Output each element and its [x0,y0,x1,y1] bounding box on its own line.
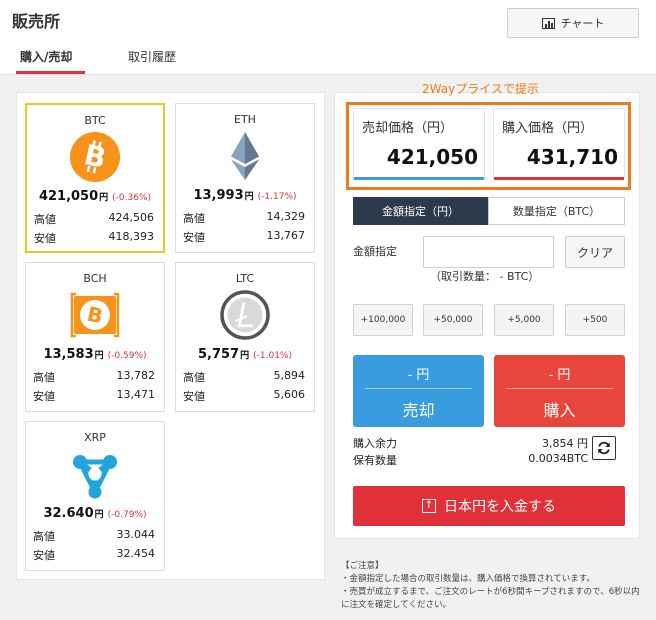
holding-value: 0.0034BTC [528,452,588,465]
coin-price: 13,583 [43,347,94,362]
add-100000-button[interactable]: +100,000 [353,304,413,336]
bar-chart-icon [541,17,555,29]
coin-change: (-1.01%) [253,351,292,361]
deposit-label: 日本円を入金する [444,499,556,515]
buy-button[interactable]: - 円 購入 [494,355,625,427]
low-label: 安値 [33,549,55,562]
buying-power-value: 3,854 円 [542,437,588,450]
coin-change: (-0.36%) [112,193,152,203]
add-5000-button[interactable]: +5,000 [494,304,554,336]
low-value: 13,767 [266,229,306,242]
chart-button-label: チャート [560,17,605,30]
coin-card-bch[interactable]: BCH B 13,583 円 (-0.59%) 高値 13,782 安値 13,47… [25,262,165,412]
bitcoin-icon: B [70,132,120,182]
high-value: 5,894 [273,369,306,382]
amount-input[interactable] [423,236,554,268]
high-label: 高値 [183,371,205,384]
coin-card-eth[interactable]: ETH 13,993 円 (-1.17%) 高値 14,329 安値 13,767 [175,103,315,253]
high-value: 33.044 [116,528,156,541]
coin-change: (-0.59%) [107,351,147,361]
refresh-button[interactable] [592,436,616,460]
high-label: 高値 [33,530,55,543]
amount-label: 金額指定 [353,245,397,258]
coin-name: ETH [234,113,256,126]
add-50000-button[interactable]: +50,000 [423,304,483,336]
coin-price-unit: 円 [94,351,104,361]
chart-button[interactable]: チャート [507,8,639,38]
coin-price-unit: 円 [94,510,104,520]
coin-name: LTC [235,272,255,285]
two-way-price-annotation: 2Wayプライスで提示 [422,82,539,96]
coin-card-xrp[interactable]: XRP 32.640 円 (-0.79%) 高値 33.044 安値 32.454 [25,421,165,571]
holding-label: 保有数量 [353,454,397,467]
tab-buy-sell[interactable]: 購入/売却 [20,48,72,65]
low-value: 32.454 [116,547,156,560]
litecoin-icon [220,290,270,340]
high-value: 14,329 [266,210,306,223]
coin-list-panel: BTC B 421,050 円 (-0.36%) 高値 424,506 安値 418… [16,92,325,580]
notes-line-1: ・金額指定した場合の取引数量は、購入価格で換算されています。 [341,574,595,584]
low-value: 5,606 [273,388,306,401]
high-label: 高値 [34,213,56,226]
coin-name: BCH [83,272,107,285]
coin-price-unit: 円 [240,351,250,361]
coin-change: (-1.17%) [257,192,297,202]
coin-price: 13,993 [193,188,244,203]
coin-price: 5,757 [197,347,240,362]
clear-button[interactable]: クリア [565,236,625,268]
add-500-button[interactable]: +500 [565,304,625,336]
buying-power-label: 購入余力 [353,437,397,450]
coin-price: 421,050 [38,189,99,204]
coin-price-unit: 円 [244,192,254,202]
coin-name: XRP [84,431,106,444]
coin-change: (-0.79%) [107,510,147,520]
tab-amount-mode[interactable]: 金額指定（円） [353,197,488,225]
coin-card-btc[interactable]: BTC B 421,050 円 (-0.36%) 高値 424,506 安値 418… [25,103,165,253]
low-value: 13,471 [116,388,156,401]
sell-amount: - 円 [407,368,430,383]
price-highlight-box [346,102,631,190]
low-label: 安値 [33,390,55,403]
coin-price-unit: 円 [99,193,109,203]
high-label: 高値 [183,212,205,225]
holding-row: 保有数量 0.0034BTC [353,452,588,468]
buy-amount: - 円 [548,368,571,383]
buy-label: 購入 [543,401,576,420]
notes: 【ご注意】 ・金額指定した場合の取引数量は、購入価格で換算されています。 ・売買… [341,560,641,612]
low-value: 418,393 [108,230,155,243]
low-label: 安値 [183,231,205,244]
buying-power-row: 購入余力 3,854 円 [353,435,588,451]
low-label: 安値 [34,232,56,245]
high-label: 高値 [33,371,55,384]
trade-quantity-text: （取引数量： - BTC） [430,270,540,283]
notes-line-2: ・売買が成立するまで、ご注文のレートが6秒間キープされますので、6秒以内に注文を… [341,587,640,610]
notes-title: 【ご注意】 [341,561,384,571]
page-title: 販売所 [12,12,61,31]
low-label: 安値 [183,390,205,403]
ethereum-icon [231,132,259,180]
tab-trade-history[interactable]: 取引履歴 [128,48,176,65]
ripple-icon [73,455,117,499]
coin-name: BTC [84,114,106,127]
coin-card-ltc[interactable]: LTC 5,757 円 (-1.01%) 高値 5,894 安値 5,606 [175,262,315,412]
sell-button[interactable]: - 円 売却 [353,355,484,427]
refresh-icon [598,441,610,455]
deposit-icon: ↑ [422,499,436,513]
coin-price: 32.640 [43,506,94,521]
high-value: 13,782 [116,369,156,382]
high-value: 424,506 [108,211,155,224]
sell-label: 売却 [402,401,435,420]
sell-button-divider [365,388,472,389]
buy-button-divider [506,388,613,389]
tab-quantity-mode[interactable]: 数量指定（BTC） [488,197,625,225]
bitcoin-cash-icon: B [70,292,120,338]
deposit-jpy-button[interactable]: ↑ 日本円を入金する [353,486,625,526]
